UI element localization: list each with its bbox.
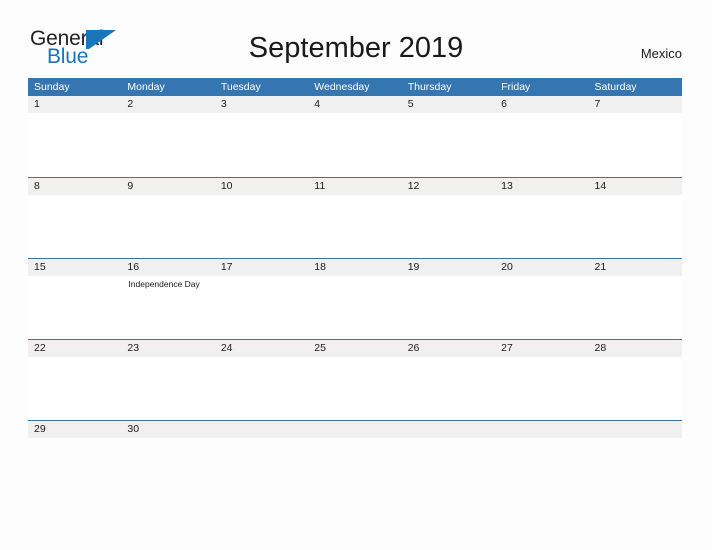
- day-cell[interactable]: 13: [495, 178, 588, 195]
- day-event: [215, 113, 308, 176]
- day-event: [121, 357, 214, 420]
- day-event: [495, 357, 588, 420]
- day-event: [495, 276, 588, 339]
- weekday-header-friday: Friday: [501, 81, 531, 93]
- day-event: [28, 195, 121, 258]
- day-cell[interactable]: 21: [589, 259, 682, 276]
- day-cell[interactable]: 27: [495, 340, 588, 357]
- day-cell[interactable]: 24: [215, 340, 308, 357]
- day-cell[interactable]: 2: [121, 96, 214, 113]
- week-row: 15 16 17 18 19 20 21 Independence Day: [28, 258, 682, 339]
- day-cell[interactable]: 23: [121, 340, 214, 357]
- weekday-header-tuesday: Tuesday: [220, 81, 261, 93]
- day-cell[interactable]: 9: [121, 178, 214, 195]
- day-event-holiday: Independence Day: [128, 279, 200, 289]
- day-cell-empty: [495, 421, 588, 438]
- weekday-header-sunday: Sunday: [34, 81, 70, 93]
- day-event: [495, 113, 588, 176]
- page-header: General Blue September 2019 Mexico: [0, 0, 712, 78]
- day-cell[interactable]: 29: [28, 421, 121, 438]
- week-row: 22 23 24 25 26 27 28: [28, 339, 682, 420]
- region-label: Mexico: [640, 46, 682, 61]
- day-cell-empty: [215, 421, 308, 438]
- day-cell[interactable]: 4: [308, 96, 401, 113]
- day-cell[interactable]: 17: [215, 259, 308, 276]
- week-event-strip: Independence Day: [28, 276, 682, 339]
- day-event: [215, 276, 308, 339]
- day-cell[interactable]: 28: [589, 340, 682, 357]
- day-event: [28, 113, 121, 176]
- day-event: [402, 357, 495, 420]
- day-event: [215, 195, 308, 258]
- day-event: [402, 113, 495, 176]
- day-event: [28, 357, 121, 420]
- weekday-header-row: Sunday Monday Tuesday Wednesday Thursday…: [28, 78, 682, 96]
- day-event: [121, 113, 214, 176]
- day-cell[interactable]: 1: [28, 96, 121, 113]
- day-event: [308, 113, 401, 176]
- week-row: 8 9 10 11 12 13 14: [28, 177, 682, 258]
- day-cell-empty: [308, 421, 401, 438]
- day-event: [589, 357, 682, 420]
- day-cell[interactable]: 16: [121, 259, 214, 276]
- week-day-number-strip: 8 9 10 11 12 13 14: [28, 178, 682, 195]
- day-cell[interactable]: 11: [308, 178, 401, 195]
- day-cell[interactable]: 5: [402, 96, 495, 113]
- day-event: [589, 276, 682, 339]
- day-cell[interactable]: 14: [589, 178, 682, 195]
- page-title: September 2019: [248, 32, 464, 64]
- day-event: [28, 276, 121, 339]
- week-row: 29 30: [28, 420, 682, 438]
- day-event: [402, 195, 495, 258]
- day-cell[interactable]: 3: [215, 96, 308, 113]
- day-cell[interactable]: 7: [589, 96, 682, 113]
- week-event-strip: [28, 195, 682, 258]
- day-event: [308, 357, 401, 420]
- weekday-header-thursday: Thursday: [407, 81, 452, 93]
- day-cell[interactable]: 26: [402, 340, 495, 357]
- day-cell[interactable]: 19: [402, 259, 495, 276]
- week-event-strip: [28, 113, 682, 176]
- day-event: [308, 195, 401, 258]
- day-event: [215, 357, 308, 420]
- week-row: 1 2 3 4 5 6 7: [28, 96, 682, 177]
- day-cell[interactable]: 20: [495, 259, 588, 276]
- weekday-header-wednesday: Wednesday: [314, 81, 370, 93]
- day-event: [308, 276, 401, 339]
- day-cell[interactable]: 22: [28, 340, 121, 357]
- day-cell-empty: [402, 421, 495, 438]
- day-event: [589, 113, 682, 176]
- day-cell[interactable]: 12: [402, 178, 495, 195]
- day-event: [402, 276, 495, 339]
- week-day-number-strip: 29 30: [28, 421, 682, 438]
- day-cell[interactable]: 6: [495, 96, 588, 113]
- weekday-header-saturday: Saturday: [594, 81, 637, 93]
- weekday-header-monday: Monday: [127, 81, 165, 93]
- day-cell[interactable]: 18: [308, 259, 401, 276]
- week-day-number-strip: 15 16 17 18 19 20 21: [28, 259, 682, 276]
- day-event: [121, 195, 214, 258]
- week-day-number-strip: 22 23 24 25 26 27 28: [28, 340, 682, 357]
- day-event: [589, 195, 682, 258]
- calendar-grid: Sunday Monday Tuesday Wednesday Thursday…: [28, 78, 682, 438]
- day-cell[interactable]: 25: [308, 340, 401, 357]
- week-day-number-strip: 1 2 3 4 5 6 7: [28, 96, 682, 113]
- day-cell[interactable]: 30: [121, 421, 214, 438]
- day-cell[interactable]: 10: [215, 178, 308, 195]
- week-event-strip: [28, 357, 682, 420]
- day-cell[interactable]: 8: [28, 178, 121, 195]
- day-cell[interactable]: 15: [28, 259, 121, 276]
- day-cell-empty: [589, 421, 682, 438]
- day-event: [495, 195, 588, 258]
